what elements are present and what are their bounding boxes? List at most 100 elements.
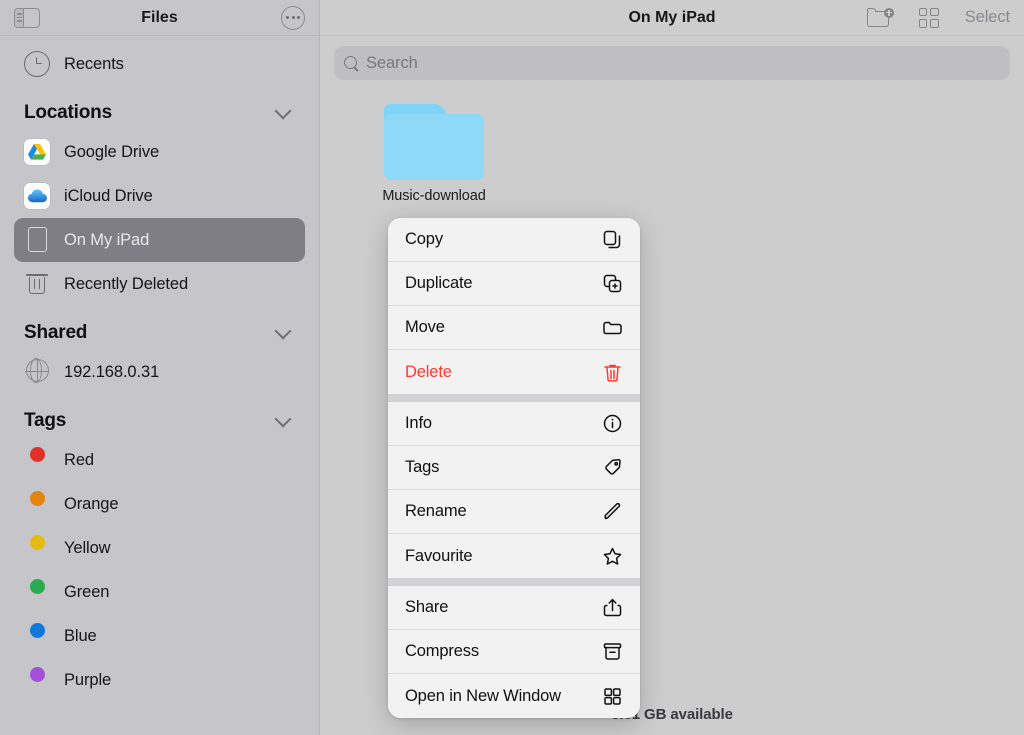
sidebar-item-label: 192.168.0.31 [64,362,160,381]
context-menu-item-info[interactable]: Info [388,402,640,446]
search-container: Search [320,36,1024,80]
menu-item-label: Copy [405,230,443,248]
menu-item-label: Move [405,318,445,336]
menu-item-label: Open in New Window [405,686,561,705]
file-name-label: Music-download [382,188,486,204]
clock-icon [24,51,50,77]
sidebar-group-locations[interactable]: Locations [0,86,319,130]
context-menu-item-open-in-new-window[interactable]: Open in New Window [388,674,640,718]
sidebar-item-label: iCloud Drive [64,186,153,205]
sidebar-item-tag-yellow[interactable]: Yellow [14,526,305,570]
toolbar-actions: Select [866,7,1010,28]
sidebar-item-tag-green[interactable]: Green [14,570,305,614]
sidebar-item-google-drive[interactable]: Google Drive [14,130,305,174]
duplicate-icon [602,273,623,294]
context-menu-item-rename[interactable]: Rename [388,490,640,534]
sidebar-item-label: Red [64,450,94,469]
trash-icon [602,362,623,383]
sidebar-item-tag-blue[interactable]: Blue [14,614,305,658]
file-item-folder[interactable]: Music-download [376,104,492,204]
sidebar-scroll-area: Recents Locations Google Drive iCloud Dr… [0,36,319,702]
menu-item-label: Compress [405,642,479,660]
tag-dot-icon [24,579,50,605]
files-app-window: Files Recents Locations Google Drive iCl… [0,0,1024,735]
context-menu-item-share[interactable]: Share [388,586,640,630]
tag-dot-icon [24,491,50,517]
group-title: Shared [24,322,88,343]
menu-item-label: Favourite [405,546,473,565]
sidebar-group-shared[interactable]: Shared [0,306,319,350]
context-menu-item-delete[interactable]: Delete [388,350,640,394]
sidebar-item-recents[interactable]: Recents [14,42,305,86]
trash-icon [24,271,50,297]
file-grid: Music-download [320,80,1024,204]
group-title: Locations [24,102,112,123]
tag-dot-icon [24,667,50,693]
menu-item-label: Rename [405,502,467,520]
tag-icon [602,457,623,478]
context-menu-group-3: Share Compress Open in New Window [388,586,640,718]
search-placeholder: Search [366,53,418,72]
select-button[interactable]: Select [965,8,1010,27]
ipad-icon [24,227,50,253]
sidebar-item-label: On My iPad [64,230,150,249]
chevron-down-icon[interactable] [274,410,292,427]
menu-separator [388,394,640,402]
star-icon [602,546,623,567]
context-menu-item-duplicate[interactable]: Duplicate [388,262,640,306]
icloud-drive-icon [24,183,50,209]
ellipsis-circle-icon[interactable] [281,5,305,30]
copy-icon [602,229,623,250]
sidebar-item-label: Google Drive [64,142,160,161]
globe-icon [24,358,50,385]
sidebar-item-icloud-drive[interactable]: iCloud Drive [14,174,305,218]
grid-view-icon[interactable] [918,7,939,28]
chevron-down-icon[interactable] [274,322,292,339]
grid-view-icon [602,686,623,707]
sidebar-item-tag-purple[interactable]: Purple [14,658,305,702]
context-menu-item-copy[interactable]: Copy [388,218,640,262]
tag-dot-icon [24,623,50,649]
sidebar-item-tag-orange[interactable]: Orange [14,482,305,526]
context-menu-group-1: Copy Duplicate Move Delete [388,218,640,394]
context-menu-item-move[interactable]: Move [388,306,640,350]
context-menu-item-compress[interactable]: Compress [388,630,640,674]
group-title: Tags [24,410,67,431]
folder-icon [384,104,484,180]
menu-item-label: Tags [405,458,440,476]
chevron-down-icon[interactable] [274,102,292,119]
search-input[interactable]: Search [334,46,1010,80]
sidebar-group-tags[interactable]: Tags [0,394,319,438]
sidebar-title: Files [141,8,178,26]
new-folder-icon[interactable] [866,7,894,28]
sidebar-header: Files [0,0,319,36]
menu-item-label: Delete [405,362,452,381]
info-circle-icon [602,413,623,434]
sidebar-item-recently-deleted[interactable]: Recently Deleted [14,262,305,306]
sidebar-item-server[interactable]: 192.168.0.31 [14,350,305,394]
sidebar-item-on-my-ipad[interactable]: On My iPad [14,218,305,262]
tag-dot-icon [24,535,50,561]
pencil-icon [602,501,623,522]
google-drive-icon [24,139,50,165]
sidebar-item-label: Purple [64,670,112,689]
sidebar-item-label: Blue [64,626,97,645]
context-menu-item-favourite[interactable]: Favourite [388,534,640,578]
folder-icon [602,317,623,338]
share-icon [602,597,623,618]
menu-separator [388,578,640,586]
context-menu-item-tags[interactable]: Tags [388,446,640,490]
menu-item-label: Duplicate [405,274,473,292]
sidebar-item-tag-red[interactable]: Red [14,438,305,482]
sidebar-item-label: Recents [64,54,124,73]
context-menu: Copy Duplicate Move Delete Info Tags Ren… [388,218,640,718]
archive-box-icon [602,641,623,662]
menu-item-label: Info [405,414,432,432]
sidebar-item-label: Orange [64,494,119,513]
search-icon [344,55,359,71]
main-toolbar: On My iPad Select [320,0,1024,36]
tag-dot-icon [24,447,50,473]
sidebar-item-label: Recently Deleted [64,274,189,293]
context-menu-group-2: Info Tags Rename Favourite [388,402,640,578]
sidebar-toggle-icon[interactable] [14,7,40,28]
